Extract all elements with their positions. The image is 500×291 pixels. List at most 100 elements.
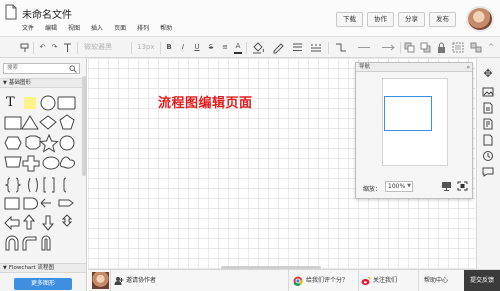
- shape-text-icon[interactable]: T: [6, 95, 15, 110]
- lock-icon[interactable]: [437, 41, 446, 54]
- add-user-icon[interactable]: [114, 276, 124, 286]
- clear-format-icon[interactable]: [63, 41, 72, 54]
- shape-bent-arrow-icon[interactable]: [22, 236, 37, 251]
- shape-delay-icon[interactable]: [23, 197, 38, 210]
- fill-color-icon[interactable]: [252, 41, 266, 54]
- collaborator-avatar[interactable]: [92, 272, 109, 289]
- bold-button[interactable]: B: [165, 41, 173, 54]
- redo-icon[interactable]: ↷: [50, 41, 59, 54]
- font-size-select[interactable]: 13px: [137, 41, 157, 54]
- undo-icon[interactable]: ↶: [38, 41, 47, 54]
- more-shapes-button[interactable]: 更多图形: [14, 278, 72, 290]
- line-end-icon[interactable]: [380, 41, 396, 54]
- shape-arrow-fat-left-icon[interactable]: [4, 215, 20, 231]
- sidebar-scrollbar[interactable]: [82, 76, 86, 176]
- menu-arrange[interactable]: 排列: [137, 24, 149, 34]
- shape-star-icon[interactable]: [39, 133, 59, 153]
- shape-trapezoid-icon[interactable]: [4, 156, 22, 168]
- menu-view[interactable]: 视图: [68, 24, 80, 34]
- document-title[interactable]: 未命名文件: [22, 6, 72, 21]
- navigator-header[interactable]: 导航 »: [356, 63, 472, 72]
- menu-help[interactable]: 帮助: [160, 24, 172, 34]
- strikethrough-button[interactable]: S: [207, 41, 215, 54]
- connector-type-icon[interactable]: [334, 41, 348, 54]
- shape-arrow-updown-icon[interactable]: [61, 214, 73, 227]
- arrange-back-icon[interactable]: [420, 41, 432, 54]
- shape-square-icon[interactable]: [4, 116, 22, 130]
- shape-bracket-right-icon[interactable]: [52, 177, 55, 193]
- navigator-collapse-icon[interactable]: »: [466, 63, 470, 72]
- shape-search-box[interactable]: [3, 63, 80, 74]
- format-painter-icon[interactable]: [20, 41, 30, 54]
- follow-us-link[interactable]: 关注我们: [373, 270, 397, 291]
- rate-us-link[interactable]: 给我们评个分？: [306, 270, 348, 291]
- shape-arrow-left-icon[interactable]: [40, 198, 51, 208]
- search-icon[interactable]: [69, 65, 77, 73]
- italic-button[interactable]: I: [179, 41, 187, 54]
- blank-page-icon[interactable]: [482, 134, 494, 146]
- underline-button[interactable]: U: [193, 41, 201, 54]
- shape-hexagon-icon[interactable]: [4, 136, 22, 150]
- zoom-select[interactable]: 100% ▼: [385, 181, 413, 192]
- canvas-heading-text[interactable]: 流程图编辑页面: [158, 92, 253, 111]
- navigator-toggle-icon[interactable]: ✥: [482, 68, 494, 80]
- font-family-select[interactable]: 微软雅黑: [84, 41, 124, 54]
- menu-file[interactable]: 文件: [22, 24, 34, 34]
- shape-diamond-icon[interactable]: [39, 115, 57, 130]
- publish-button[interactable]: 发布: [429, 12, 456, 27]
- shape-cloud-icon[interactable]: [59, 156, 75, 169]
- shape-arrow-right-icon[interactable]: [58, 199, 74, 207]
- shape-circle-icon[interactable]: [40, 95, 56, 111]
- shape-brace-icon[interactable]: [63, 177, 67, 193]
- submit-feedback-button[interactable]: 提交反馈: [464, 270, 500, 291]
- section-flowchart[interactable]: ▼ Flowchart 流程图: [0, 263, 86, 273]
- presentation-icon[interactable]: [441, 181, 452, 191]
- shape-paren-left-icon[interactable]: [28, 177, 31, 193]
- shape-bracket-left-icon[interactable]: [43, 177, 46, 193]
- image-panel-icon[interactable]: [482, 86, 494, 98]
- history-icon[interactable]: [482, 150, 494, 162]
- user-avatar[interactable]: [466, 6, 494, 32]
- text-align-button[interactable]: ≡: [220, 41, 230, 54]
- shape-rectangle-icon[interactable]: [57, 96, 76, 110]
- shape-brace-left-icon[interactable]: [4, 177, 11, 193]
- shape-search-input[interactable]: [7, 64, 67, 73]
- line-start-icon[interactable]: [356, 41, 372, 54]
- help-center-link[interactable]: 帮助中心: [424, 270, 448, 291]
- shape-note-icon[interactable]: [24, 97, 36, 109]
- invite-collaborator-link[interactable]: 邀请协作者: [126, 270, 156, 291]
- shape-pentagon-icon[interactable]: [59, 114, 75, 130]
- data-attributes-icon[interactable]: [482, 118, 494, 130]
- line-width-icon[interactable]: [292, 41, 304, 54]
- shape-ring-icon[interactable]: [59, 135, 75, 151]
- line-style-icon[interactable]: [310, 41, 322, 54]
- comments-icon[interactable]: [482, 166, 494, 178]
- arrange-front-icon[interactable]: [404, 41, 416, 54]
- collapse-toolbar-icon[interactable]: ^: [487, 41, 495, 54]
- ungroup-icon[interactable]: [470, 41, 482, 54]
- shape-brace-right-icon[interactable]: [15, 177, 22, 193]
- menu-edit[interactable]: 编辑: [45, 24, 57, 34]
- fit-screen-icon[interactable]: [457, 181, 468, 191]
- group-icon[interactable]: [452, 41, 464, 54]
- shape-arrow-down-icon[interactable]: [41, 215, 55, 231]
- share-button[interactable]: 分享: [398, 12, 425, 27]
- navigator-viewport-box[interactable]: [384, 96, 432, 131]
- collaborate-button[interactable]: 协作: [367, 12, 394, 27]
- shape-arch-icon[interactable]: [5, 235, 19, 251]
- shape-octagon-icon[interactable]: [25, 135, 41, 150]
- menu-insert[interactable]: 插入: [91, 24, 103, 34]
- shape-process-icon[interactable]: [4, 197, 20, 210]
- font-color-button[interactable]: A: [234, 41, 242, 54]
- page-settings-icon[interactable]: [482, 102, 494, 114]
- shape-triangle-icon[interactable]: [21, 115, 39, 130]
- shape-u-turn-icon[interactable]: [41, 235, 51, 251]
- shape-ellipse-icon[interactable]: [42, 156, 60, 170]
- shape-arrow-up-icon[interactable]: [22, 214, 36, 230]
- section-basic-shapes[interactable]: ▼ 基础图形: [0, 78, 86, 88]
- line-color-icon[interactable]: [272, 41, 286, 54]
- download-button[interactable]: 下载: [336, 12, 363, 27]
- menu-page[interactable]: 页面: [114, 24, 126, 34]
- shape-paren-right-icon[interactable]: [35, 177, 38, 193]
- shape-cross-icon[interactable]: [22, 155, 40, 172]
